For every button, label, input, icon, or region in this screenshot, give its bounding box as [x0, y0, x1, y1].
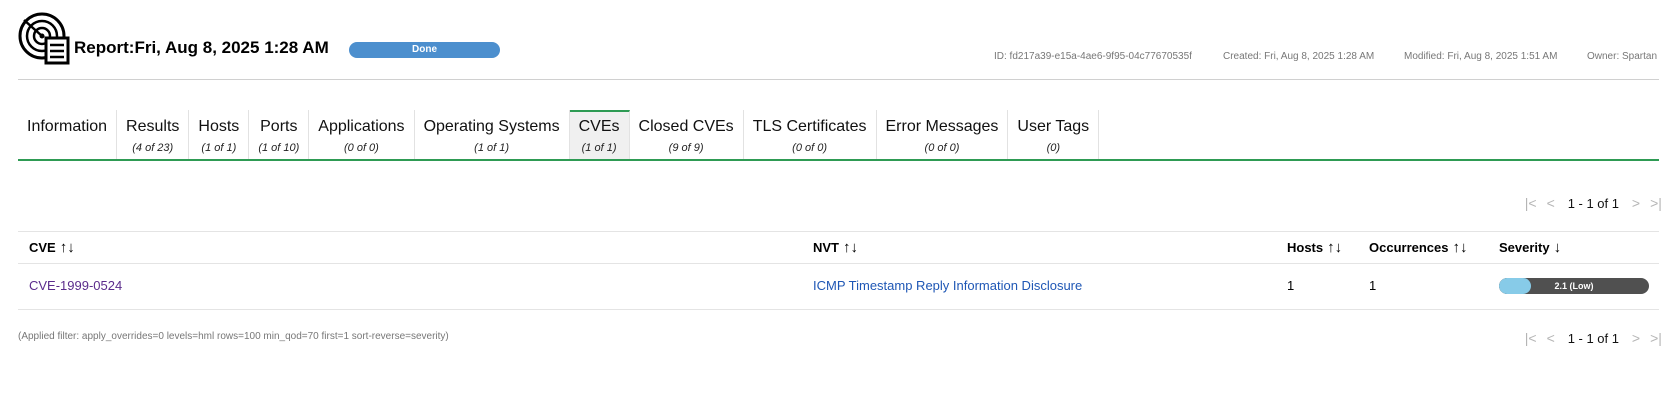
table-bottom-divider — [18, 309, 1659, 310]
cve-link[interactable]: CVE-1999-0524 — [29, 278, 122, 293]
tab-cves[interactable]: CVEs (1 of 1) — [569, 110, 630, 161]
first-page-icon[interactable]: |< — [1524, 330, 1538, 346]
tab-count: (0 of 0) — [343, 142, 379, 154]
report-icon — [18, 12, 70, 65]
sort-icon: ↑↓ — [59, 239, 75, 256]
tab-hosts[interactable]: Hosts (1 of 1) — [189, 110, 250, 161]
tab-tls-certificates[interactable]: TLS Certificates (0 of 0) — [744, 110, 877, 161]
tab-label: Ports — [260, 118, 298, 135]
tab-count: (1 of 1) — [474, 142, 510, 154]
column-header-hosts[interactable]: Hosts ↑↓ — [1287, 239, 1342, 256]
tab-label: User Tags — [1017, 118, 1090, 135]
occurrences-count: 1 — [1369, 278, 1377, 293]
tab-results[interactable]: Results (4 of 23) — [117, 110, 190, 161]
sort-icon: ↑↓ — [1327, 239, 1343, 256]
severity-label: 2.1 (Low) — [1554, 281, 1594, 291]
previous-page-icon[interactable]: < — [1544, 195, 1558, 211]
column-header-nvt[interactable]: NVT ↑↓ — [813, 239, 858, 256]
sort-icon: ↑↓ — [1452, 239, 1468, 256]
tab-count: (1 of 1) — [581, 142, 617, 154]
tab-ports[interactable]: Ports (1 of 10) — [249, 110, 310, 161]
header-divider — [18, 79, 1659, 80]
column-label: Hosts — [1287, 240, 1324, 255]
table-header-divider — [18, 263, 1659, 264]
tab-label: Applications — [318, 118, 405, 135]
modified-date: Modified: Fri, Aug 8, 2025 1:51 AM — [1404, 51, 1558, 62]
table-top-divider — [18, 231, 1659, 232]
tab-count: (0 of 0) — [924, 142, 960, 154]
severity-bar: 2.1 (Low) — [1499, 278, 1649, 294]
column-label: CVE — [29, 240, 56, 255]
tab-applications[interactable]: Applications (0 of 0) — [309, 110, 415, 161]
tab-count: (1 of 1) — [201, 142, 237, 154]
tab-operating-systems[interactable]: Operating Systems (1 of 1) — [415, 110, 570, 161]
status-progress-bar: Done — [349, 42, 500, 58]
hosts-count: 1 — [1287, 278, 1295, 293]
column-header-severity[interactable]: Severity ↓ — [1499, 239, 1561, 256]
column-header-cve[interactable]: CVE ↑↓ — [29, 239, 75, 256]
tab-label: TLS Certificates — [752, 118, 867, 135]
sort-icon: ↓ — [1553, 239, 1562, 256]
pagination-label: 1 - 1 of 1 — [1567, 195, 1619, 211]
column-header-occurrences[interactable]: Occurrences ↑↓ — [1369, 239, 1468, 256]
tab-label: Hosts — [198, 118, 240, 135]
tab-label: CVEs — [578, 118, 620, 135]
column-label: NVT — [813, 240, 839, 255]
last-page-icon[interactable]: >| — [1649, 330, 1663, 346]
next-page-icon[interactable]: > — [1629, 195, 1643, 211]
tab-label: Closed CVEs — [638, 118, 734, 135]
tab-label: Error Messages — [885, 118, 999, 135]
pagination-bottom: |< < 1 - 1 of 1 > >| — [1524, 330, 1663, 346]
tab-count: (9 of 9) — [668, 142, 704, 154]
tab-user-tags[interactable]: User Tags (0) — [1008, 110, 1100, 161]
applied-filter: (Applied filter: apply_overrides=0 level… — [18, 331, 449, 342]
page-title: Report:Fri, Aug 8, 2025 1:28 AM — [74, 38, 329, 57]
tab-information[interactable]: Information — [18, 110, 118, 161]
last-page-icon[interactable]: >| — [1649, 195, 1663, 211]
tab-count: (0 of 0) — [792, 142, 828, 154]
sort-icon: ↑↓ — [843, 239, 858, 256]
tab-bar: Information Results (4 of 23) Hosts (1 o… — [18, 110, 1100, 161]
tab-count: (4 of 23) — [132, 142, 174, 154]
previous-page-icon[interactable]: < — [1544, 330, 1558, 346]
tab-label: Results — [126, 118, 180, 135]
tab-closed-cves[interactable]: Closed CVEs (9 of 9) — [630, 110, 744, 161]
tab-label: Information — [27, 118, 108, 135]
pagination-top: |< < 1 - 1 of 1 > >| — [1524, 195, 1663, 211]
pagination-label: 1 - 1 of 1 — [1567, 330, 1619, 346]
tab-error-messages[interactable]: Error Messages (0 of 0) — [877, 110, 1009, 161]
column-label: Severity — [1499, 240, 1550, 255]
tab-label: Operating Systems — [423, 118, 560, 135]
tab-count: (1 of 10) — [258, 142, 300, 154]
tab-bar-underline — [18, 159, 1659, 161]
owner: Owner: Spartan — [1587, 51, 1658, 62]
report-page: Report:Fri, Aug 8, 2025 1:28 AM Done ID:… — [0, 0, 1673, 402]
report-id: ID: fd217a39-e15a-4ae6-9f95-04c77670535f — [994, 51, 1192, 62]
tab-count: (0) — [1046, 142, 1061, 154]
next-page-icon[interactable]: > — [1629, 330, 1643, 346]
column-label: Occurrences — [1369, 240, 1449, 255]
nvt-link[interactable]: ICMP Timestamp Reply Information Disclos… — [813, 278, 1082, 293]
first-page-icon[interactable]: |< — [1524, 195, 1538, 211]
created-date: Created: Fri, Aug 8, 2025 1:28 AM — [1223, 51, 1375, 62]
